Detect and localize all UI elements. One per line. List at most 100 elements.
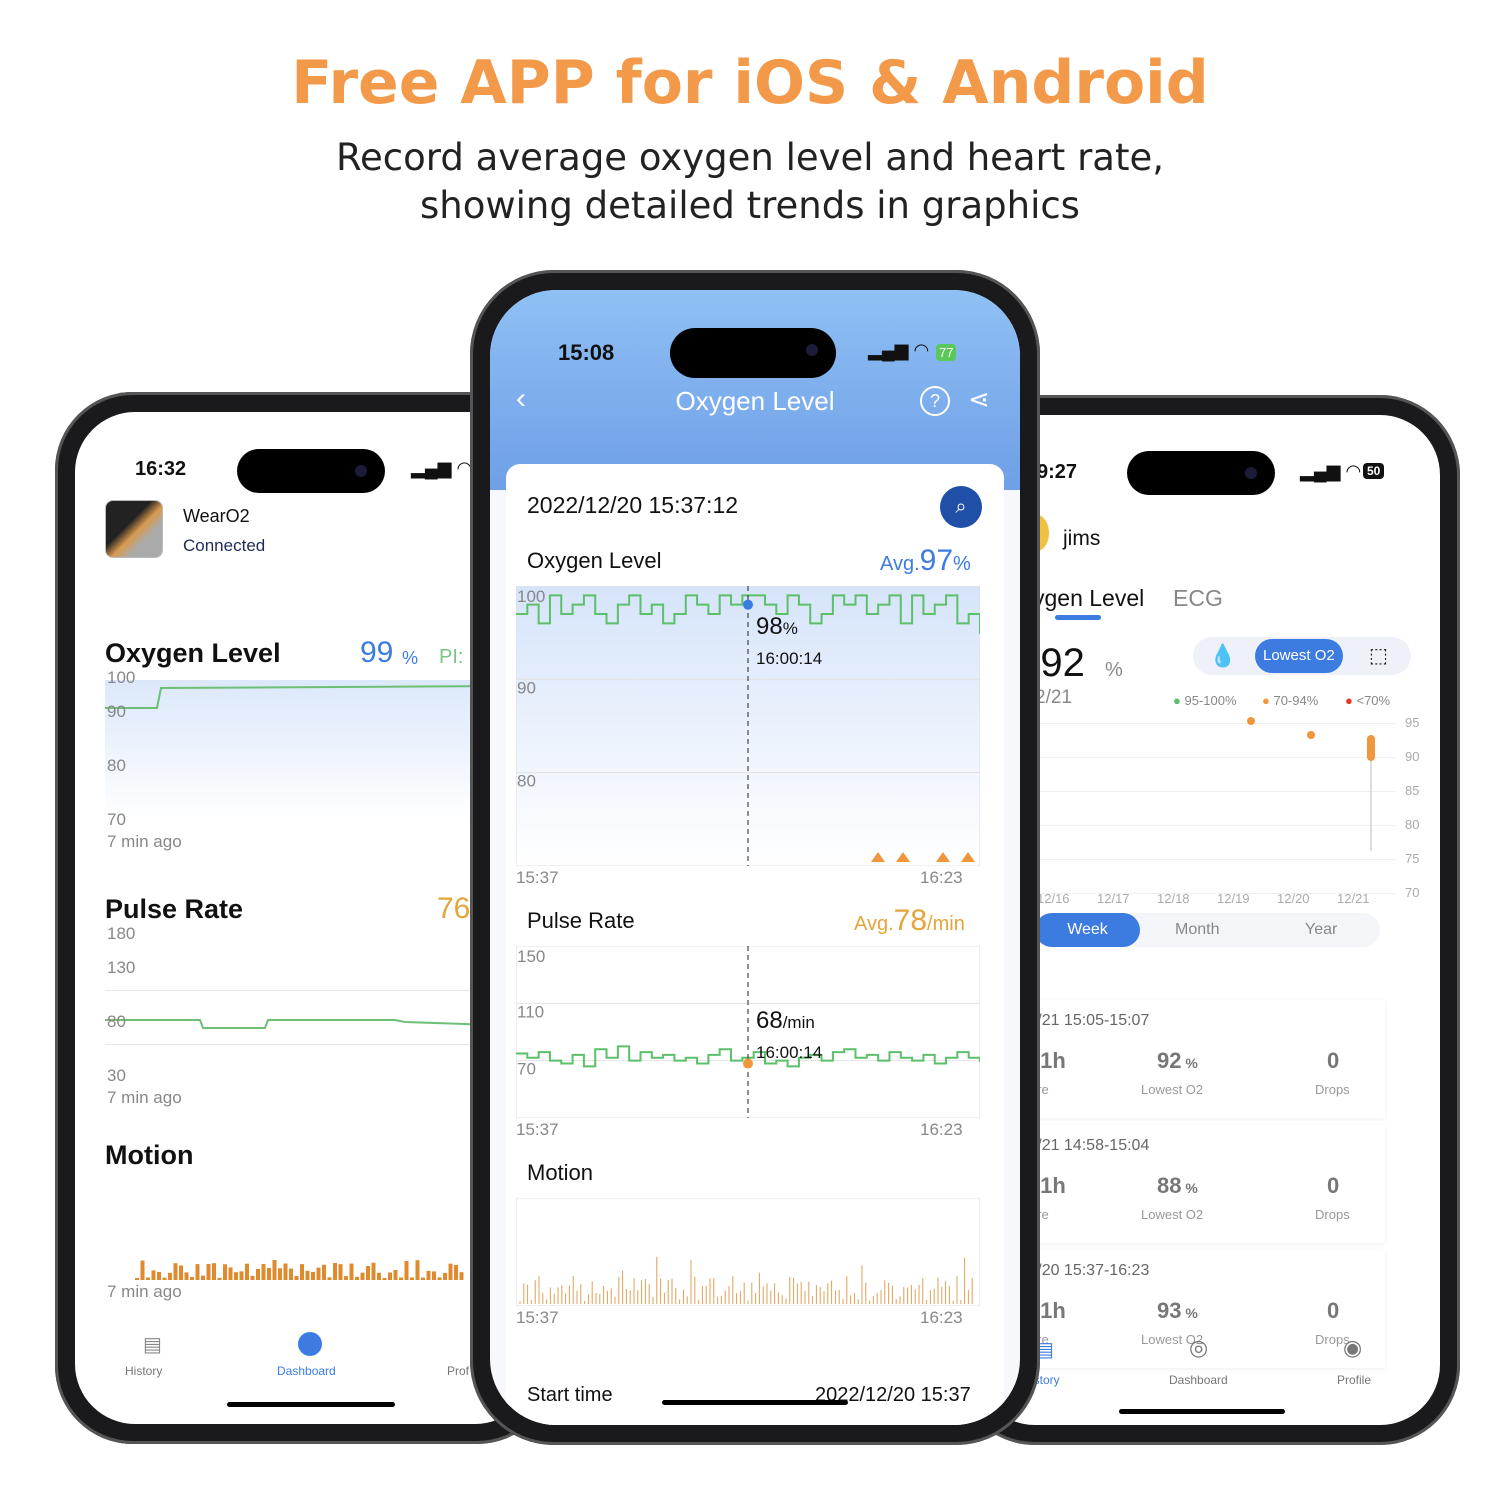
weekly-chart: 95 90 85 80 75 70 12/16 12/17 12/18 12/19 12/20 12/… — [1035, 715, 1435, 906]
home-indicator — [1119, 1409, 1285, 1414]
motion-bar — [267, 1267, 271, 1280]
y-tick: 90 — [517, 678, 536, 697]
oxygen-ago: 7 min ago — [107, 832, 182, 851]
pulse-title: Pulse Rate — [527, 908, 635, 933]
record-drops: 0 — [1327, 1173, 1340, 1198]
export-icon[interactable]: ⬚ — [1369, 643, 1388, 668]
y-tick: 80 — [1405, 817, 1420, 832]
x-tick: 12/21 — [1337, 891, 1370, 906]
x-end: 16:23 — [920, 868, 963, 887]
motion-bar — [371, 1262, 376, 1280]
y-tick: 150 — [517, 947, 545, 966]
y-tick: 70 — [517, 865, 536, 866]
x-tick: 12/17 — [1097, 891, 1130, 906]
status-time: 15:08 — [558, 340, 615, 365]
oxygen-chart — [105, 680, 505, 820]
record-datetime: 2022/12/20 15:37:12 — [527, 492, 739, 518]
motion-bar — [206, 1263, 211, 1280]
oxygen-drop-icon[interactable]: 💧 — [1209, 643, 1236, 669]
ai-report-icon[interactable]: ⌕ — [940, 486, 982, 528]
help-icon[interactable]: ? — [920, 386, 950, 416]
period-month[interactable]: Month — [1175, 921, 1219, 939]
record-card[interactable]: /12/21 14:58-15:04 e<1h score 88 % Lowes… — [1005, 1125, 1385, 1243]
motion-bar — [443, 1272, 447, 1280]
motion-bar — [322, 1264, 326, 1280]
x-tick: 12/20 — [1277, 891, 1310, 906]
motion-bar — [454, 1264, 458, 1280]
motion-chart — [516, 1198, 980, 1306]
x-tick: 12/18 — [1157, 891, 1190, 906]
motion-bar — [190, 1277, 194, 1280]
dynamic-island — [670, 328, 836, 378]
subline-1: Record average oxygen level and heart ra… — [336, 136, 1164, 179]
motion-bar — [239, 1271, 244, 1280]
nav-dashboard[interactable]: Dashboard — [277, 1364, 336, 1378]
motion-bar — [437, 1277, 442, 1280]
nav-dashboard[interactable]: Dashboard — [1169, 1373, 1228, 1387]
x-start: 15:37 — [516, 868, 559, 887]
plot-area — [516, 1198, 980, 1306]
record-drops: 0 — [1327, 1048, 1340, 1073]
tick: 80 — [107, 1012, 126, 1031]
motion-bar — [195, 1264, 200, 1280]
y-tick: 80 — [517, 772, 536, 791]
x-start: 15:37 — [516, 1120, 559, 1139]
tab-ecg[interactable]: ECG — [1173, 585, 1223, 612]
motion-bar — [393, 1269, 398, 1280]
nav-history[interactable]: History — [125, 1364, 162, 1378]
x-tick: 12/19 — [1217, 891, 1250, 906]
profile-icon[interactable]: ◉ — [1343, 1335, 1362, 1361]
motion-bar — [272, 1260, 277, 1280]
oxygen-title: Oxygen Level — [527, 548, 662, 573]
x-start: 15:37 — [516, 1308, 559, 1327]
legend-orange: ● 70-94% — [1262, 693, 1319, 708]
cursor-point — [743, 599, 753, 610]
right-screen: 9:27 ▂▄▆ ◠ 50 jims ygen Level ECG -92 % … — [975, 415, 1440, 1425]
dashboard-icon[interactable]: ◎ — [1189, 1335, 1208, 1361]
motion-bar — [382, 1277, 387, 1280]
record-card[interactable]: /12/21 15:05-15:07 e<1h score 92 % Lowes… — [1005, 1000, 1385, 1118]
cursor-point — [743, 1058, 753, 1069]
motion-bar — [294, 1275, 299, 1280]
motion-bar — [311, 1271, 315, 1280]
motion-bar — [228, 1267, 233, 1280]
tab-oxygen-level[interactable]: ygen Level — [1033, 585, 1144, 612]
status-time: 9:27 — [1037, 461, 1078, 483]
tab-underline — [1055, 615, 1101, 620]
y-tick: 30 — [517, 1117, 536, 1118]
device-image[interactable] — [105, 500, 163, 558]
left-screen: 16:32 ▂▄▆ ◠ WearO2 Connected Oxygen Leve… — [75, 412, 535, 1424]
lowest-label: Lowest O2 — [1141, 1207, 1204, 1222]
motion-bar — [432, 1271, 436, 1280]
motion-bar — [344, 1276, 348, 1280]
oxygen-value: 99 — [360, 636, 394, 669]
cursor-time: 16:00:14 — [756, 1043, 822, 1062]
nav-profile[interactable]: Prof — [447, 1364, 469, 1378]
lowest-o2-pill[interactable]: Lowest O2 — [1255, 639, 1343, 673]
motion-bar — [245, 1263, 249, 1280]
center-phone: 15:08 ▂▄▆ ◠ 77 ‹ Oxygen Level ? ⋖ 2022/1… — [470, 270, 1040, 1445]
dashboard-icon[interactable] — [298, 1332, 322, 1356]
data-point — [1307, 731, 1315, 739]
pulse-title: Pulse Rate — [105, 894, 244, 924]
y-tick: 85 — [1405, 783, 1420, 798]
motion-bar — [404, 1260, 409, 1280]
tick: 80 — [107, 756, 126, 775]
motion-bar — [349, 1263, 354, 1280]
x-end: 16:23 — [920, 1308, 963, 1327]
tick: 180 — [107, 924, 136, 943]
history-icon[interactable]: ▤ — [143, 1332, 162, 1357]
y-tick: 95 — [1405, 715, 1420, 730]
share-icon[interactable]: ⋖ — [968, 384, 990, 415]
nav-profile[interactable]: Profile — [1337, 1373, 1371, 1387]
motion-bar — [184, 1272, 189, 1280]
motion-bar — [305, 1270, 310, 1280]
period-week[interactable]: Week — [1035, 913, 1140, 947]
tick: 100 — [107, 668, 136, 687]
tick: 70 — [107, 810, 126, 829]
motion-bar — [327, 1277, 332, 1280]
motion-bar — [355, 1276, 359, 1280]
period-year[interactable]: Year — [1305, 921, 1337, 939]
motion-bar — [223, 1264, 227, 1280]
motion-bar — [459, 1272, 464, 1280]
